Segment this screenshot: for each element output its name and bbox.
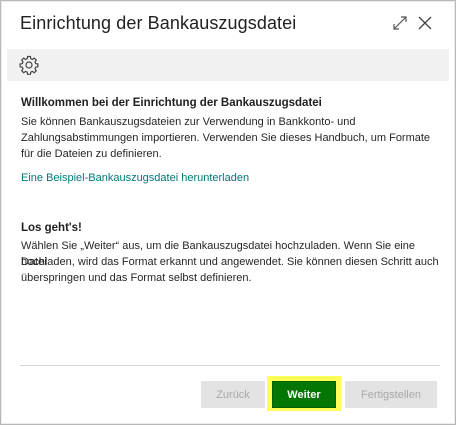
dialog-title: Einrichtung der Bankauszugsdatei xyxy=(20,13,297,33)
welcome-text-line-2: Zahlungsabstimmungen importieren. Verwen… xyxy=(21,132,431,144)
start-heading: Los geht's! xyxy=(21,222,82,234)
close-icon[interactable] xyxy=(415,13,435,33)
expand-icon[interactable] xyxy=(390,13,410,33)
welcome-text-line-1: Sie können Bankauszugsdateien zur Verwen… xyxy=(21,116,356,128)
gear-icon[interactable] xyxy=(19,55,39,75)
start-text-line-3: überspringen und das Format selbst defin… xyxy=(21,272,252,284)
download-sample-file-link[interactable]: Eine Beispiel-Bankauszugsdatei herunterl… xyxy=(21,172,249,184)
back-button[interactable]: Zurück xyxy=(201,381,265,408)
finish-button[interactable]: Fertigstellen xyxy=(345,381,437,408)
welcome-text-line-3: für die Dateien zu definieren. xyxy=(21,148,162,160)
footer-divider xyxy=(20,365,440,366)
welcome-heading: Willkommen bei der Einrichtung der Banka… xyxy=(21,97,322,109)
next-button[interactable]: Weiter xyxy=(272,381,336,408)
toolbar xyxy=(7,49,449,81)
dialog-window: Einrichtung der Bankauszugsdatei Willkom… xyxy=(0,0,456,425)
start-text-line-2: hochladen, wird das Format erkannt und a… xyxy=(21,256,439,268)
